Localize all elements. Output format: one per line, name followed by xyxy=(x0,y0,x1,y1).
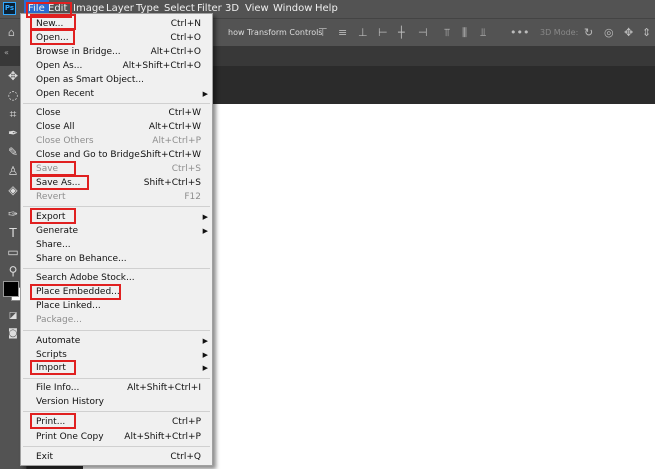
menu-item-file-info[interactable]: File Info... Alt+Shift+Ctrl+I xyxy=(21,381,212,395)
highlight-box-export xyxy=(30,208,76,224)
menu-help[interactable]: Help xyxy=(315,0,338,18)
clone-stamp-tool-icon[interactable]: ♙ xyxy=(5,163,21,179)
menu-item-search-adobe-stock[interactable]: Search Adobe Stock... xyxy=(21,271,212,285)
menu-item-package: Package... xyxy=(36,315,82,325)
zoom-tool-icon[interactable]: ⚲ xyxy=(5,263,21,279)
menu-item-open-recent[interactable]: Open Recent ▶ xyxy=(21,87,212,101)
menu-item-version-history[interactable]: Version History xyxy=(21,395,212,409)
eyedropper-tool-icon[interactable]: ✒ xyxy=(5,125,21,141)
menu-separator xyxy=(23,411,210,412)
3d-mode-label: 3D Mode: xyxy=(540,28,579,37)
menu-item-place-linked[interactable]: Place Linked... xyxy=(21,299,212,313)
3d-pan-icon[interactable]: ✥ xyxy=(624,26,633,39)
photoshop-logo-icon: Ps xyxy=(3,2,16,15)
move-tool-icon[interactable]: ✥ xyxy=(5,68,21,84)
align-top-icon[interactable]: ⊤ xyxy=(318,26,328,39)
menu-separator xyxy=(23,330,210,331)
menu-3d[interactable]: 3D xyxy=(225,0,239,18)
type-tool-icon[interactable]: T xyxy=(5,225,21,241)
menu-item-print-one-copy[interactable]: Print One Copy Alt+Shift+Ctrl+P xyxy=(21,430,212,444)
file-menu-dropdown: New... Ctrl+N Open... Ctrl+O Browse in Bri… xyxy=(20,13,213,466)
foreground-color-swatch[interactable] xyxy=(3,281,19,297)
submenu-arrow-icon: ▶ xyxy=(202,364,208,372)
menu-item-open-as-smart-object[interactable]: Open as Smart Object... xyxy=(21,73,212,87)
align-middle-icon[interactable]: ≡ xyxy=(338,26,347,39)
highlight-box-print xyxy=(30,413,76,429)
menu-item-share-on-behance[interactable]: Share on Behance... xyxy=(21,252,212,266)
menu-item-exit[interactable]: Exit Ctrl+Q xyxy=(21,450,212,464)
collapse-panels-icon[interactable]: « xyxy=(4,48,9,57)
menu-window[interactable]: Window xyxy=(273,0,312,18)
submenu-arrow-icon: ▶ xyxy=(202,351,208,359)
align-left-icon[interactable]: ⊢ xyxy=(378,26,388,39)
distribute-middle-icon[interactable]: ⫼ xyxy=(462,26,467,39)
show-transform-controls-label[interactable]: how Transform Controls xyxy=(228,19,322,46)
align-right-icon[interactable]: ⊣ xyxy=(418,26,428,39)
distribute-top-icon[interactable]: ⫪ xyxy=(444,26,450,39)
brush-tool-icon[interactable]: ✎ xyxy=(5,144,21,160)
menu-item-close-others: Close Others Alt+Ctrl+P xyxy=(36,136,201,146)
paint-bucket-tool-icon[interactable]: ◈ xyxy=(5,182,21,198)
menu-separator xyxy=(23,378,210,379)
menu-item-open-as[interactable]: Open As... Alt+Shift+Ctrl+O xyxy=(21,59,212,73)
distribute-bottom-icon[interactable]: ⫫ xyxy=(480,26,486,39)
3d-roll-icon[interactable]: ◎ xyxy=(604,26,614,39)
menu-item-close-all[interactable]: Close All Alt+Ctrl+W xyxy=(21,120,212,134)
home-icon[interactable]: ⌂ xyxy=(8,26,15,39)
highlight-box-place-embedded xyxy=(30,284,121,300)
menu-item-browse-in-bridge[interactable]: Browse in Bridge... Alt+Ctrl+O xyxy=(21,45,212,59)
submenu-arrow-icon: ▶ xyxy=(202,227,208,235)
align-center-icon[interactable]: ┼ xyxy=(398,26,405,39)
menu-separator xyxy=(23,268,210,269)
highlight-box-import xyxy=(30,360,76,375)
highlight-box-save xyxy=(30,161,76,176)
menu-item-close[interactable]: Close Ctrl+W xyxy=(21,106,212,120)
submenu-arrow-icon: ▶ xyxy=(202,213,208,221)
submenu-arrow-icon: ▶ xyxy=(202,90,208,98)
menu-separator xyxy=(23,206,210,207)
menu-item-automate[interactable]: Automate ▶ xyxy=(21,334,212,348)
rectangle-tool-icon[interactable]: ▭ xyxy=(5,244,21,260)
submenu-arrow-icon: ▶ xyxy=(202,337,208,345)
lasso-tool-icon[interactable]: ◌ xyxy=(5,87,21,103)
menu-separator xyxy=(23,446,210,447)
pen-tool-icon[interactable]: ✑ xyxy=(5,206,21,222)
menu-item-generate[interactable]: Generate ▶ xyxy=(21,224,212,238)
menu-item-revert: Revert F12 xyxy=(36,192,201,202)
3d-orbit-icon[interactable]: ↻ xyxy=(584,26,593,39)
default-colors-icon[interactable]: ◪ xyxy=(5,308,21,324)
menu-item-share[interactable]: Share... xyxy=(21,238,212,252)
3d-slide-icon[interactable]: ⇕ xyxy=(642,26,651,39)
quick-mask-icon[interactable]: ◙ xyxy=(5,326,21,342)
highlight-box-open xyxy=(30,29,75,45)
menu-item-close-and-go-to-bridge[interactable]: Close and Go to Bridge... Shift+Ctrl+W xyxy=(21,148,212,162)
more-options-icon[interactable]: ••• xyxy=(510,26,529,39)
highlight-box-new xyxy=(30,14,76,30)
crop-tool-icon[interactable]: ⌗ xyxy=(5,106,21,122)
menu-separator xyxy=(23,103,210,104)
menu-view[interactable]: View xyxy=(245,0,269,18)
highlight-box-save-as xyxy=(30,175,89,190)
align-bottom-icon[interactable]: ⊥ xyxy=(358,26,368,39)
